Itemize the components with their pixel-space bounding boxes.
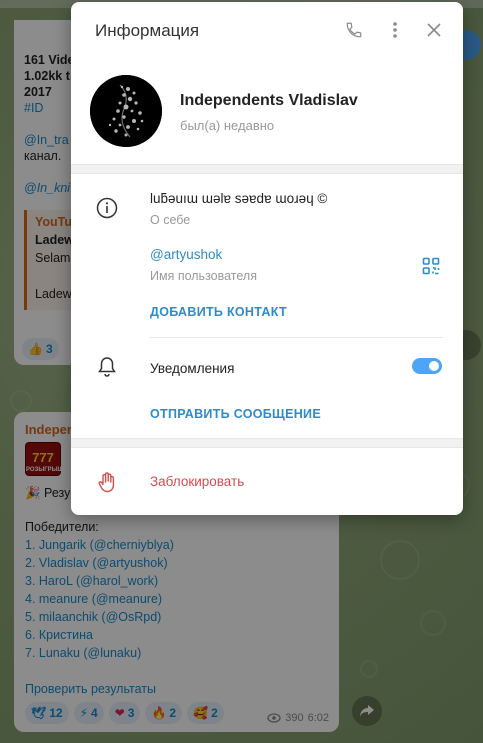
user-info-dialog: Информация Independents Vladislav был(а)… — [71, 2, 463, 515]
section-divider — [71, 164, 463, 174]
add-contact-button[interactable]: ДОБАВИТЬ КОНТАКТ — [150, 305, 287, 319]
username-label: Имя пользователя — [150, 269, 257, 283]
block-user-button[interactable]: Заблокировать — [150, 474, 244, 489]
notifications-toggle[interactable] — [412, 358, 442, 374]
block-hand-icon — [95, 470, 119, 494]
send-message-button[interactable]: ОТПРАВИТЬ СООБЩЕНИЕ — [150, 407, 321, 421]
username-link[interactable]: @artyushok — [150, 247, 222, 262]
bell-icon — [95, 355, 119, 379]
section-divider — [71, 438, 463, 448]
bio-label: О себе — [150, 213, 191, 227]
avatar[interactable] — [90, 75, 162, 147]
row-divider — [150, 337, 443, 338]
qr-code-icon[interactable] — [419, 254, 443, 278]
more-vertical-icon[interactable] — [384, 19, 406, 41]
close-icon[interactable] — [423, 19, 445, 41]
toggle-knob — [427, 359, 441, 373]
user-name: Independents Vladislav — [180, 92, 358, 109]
dialog-title: Информация — [95, 21, 200, 40]
user-status: был(а) недавно — [180, 118, 275, 133]
phone-icon[interactable] — [343, 19, 365, 41]
notifications-label: Уведомления — [150, 361, 235, 376]
info-icon — [95, 196, 119, 220]
bio-text: Ɩuƃǝuıɯ ɯǝlɐ sǝɐdɐ ɯoɹǝɥ © — [150, 191, 328, 206]
